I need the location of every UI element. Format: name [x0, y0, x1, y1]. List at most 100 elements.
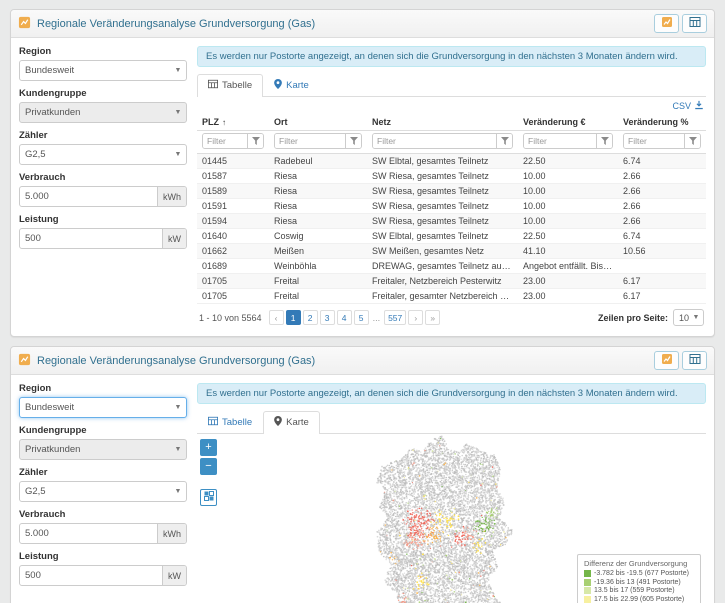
leistung-input[interactable] — [20, 570, 162, 581]
pager-next[interactable]: › — [408, 310, 423, 325]
export-report-button[interactable] — [654, 14, 679, 33]
pager-page-last[interactable]: 557 — [384, 310, 406, 325]
chevron-down-icon: ▼ — [170, 404, 186, 411]
filter-input[interactable] — [203, 134, 247, 148]
kundengruppe-select[interactable]: Privatkunden ▼ — [19, 439, 187, 460]
table-cell: Freital — [269, 274, 367, 289]
table-row[interactable]: 01662MeißenSW Meißen, gesamtes Netz41.10… — [197, 244, 706, 259]
csv-download-link[interactable]: CSV — [672, 100, 704, 112]
column-header-3[interactable]: Netz — [367, 114, 518, 131]
germany-postcode-map[interactable] — [350, 434, 538, 603]
table-row[interactable]: 01640CoswigSW Elbtal, gesamtes Teilnetz2… — [197, 229, 706, 244]
tab-karte[interactable]: Karte — [263, 411, 320, 434]
filter-icon[interactable] — [684, 134, 700, 148]
pager-page-1[interactable]: 1 — [286, 310, 301, 325]
legend-swatch — [584, 587, 591, 594]
pager-prev[interactable]: ‹ — [269, 310, 284, 325]
chevron-down-icon: ▼ — [689, 314, 703, 321]
grid-icon — [689, 353, 701, 368]
table-cell: 2.66 — [618, 184, 706, 199]
table-cell: SW Elbtal, gesamtes Teilnetz — [367, 154, 518, 169]
leistung-field: Leistung kW — [19, 551, 187, 586]
verbrauch-input[interactable] — [20, 191, 157, 202]
map-extent-button[interactable] — [200, 489, 217, 506]
pager-page-3[interactable]: 3 — [320, 310, 335, 325]
zaehler-value: G2,5 — [25, 149, 46, 160]
layout-toggle-button[interactable] — [682, 14, 707, 33]
filter-input[interactable] — [524, 134, 596, 148]
pager-page-4[interactable]: 4 — [337, 310, 352, 325]
legend-label: -19.36 bis 13 (491 Postorte) — [594, 579, 681, 586]
kundengruppe-field: Kundengruppe Privatkunden ▼ — [19, 425, 187, 460]
table-cell: 6.74 — [618, 154, 706, 169]
table-row[interactable]: 01587RiesaSW Riesa, gesamtes Teilnetz10.… — [197, 169, 706, 184]
leistung-input[interactable] — [20, 233, 162, 244]
table-cell: Freital — [269, 289, 367, 304]
filter-input[interactable] — [624, 134, 684, 148]
filter-icon[interactable] — [345, 134, 361, 148]
zaehler-field: Zähler G2,5 ▼ — [19, 467, 187, 502]
pager-page-5[interactable]: 5 — [354, 310, 369, 325]
pager-last-nav[interactable]: » — [425, 310, 440, 325]
results-area: Es werden nur Postorte angezeigt, an den… — [197, 46, 706, 328]
report-icon — [18, 353, 31, 369]
column-header-4[interactable]: Veränderung € — [518, 114, 618, 131]
panel-actions — [654, 14, 707, 33]
rows-per-page-select[interactable]: 10 ▼ — [673, 309, 704, 326]
filter-input[interactable] — [373, 134, 496, 148]
table-cell: DREWAG, gesamtes Teilnetz außer ehemalig… — [367, 259, 518, 274]
kundengruppe-label: Kundengruppe — [19, 88, 187, 99]
zoom-out-button[interactable]: − — [200, 458, 217, 475]
table-row[interactable]: 01705FreitalFreitaler, gesamter Netzbere… — [197, 289, 706, 304]
panel-map-view: Regionale Veränderungsanalyse Grundverso… — [10, 346, 715, 603]
table-cell: 01591 — [197, 199, 269, 214]
table-row[interactable]: 01591RiesaSW Riesa, gesamtes Teilnetz10.… — [197, 199, 706, 214]
table-cell: SW Meißen, gesamtes Netz — [367, 244, 518, 259]
results-area: Es werden nur Postorte angezeigt, an den… — [197, 383, 706, 603]
pager-page-2[interactable]: 2 — [303, 310, 318, 325]
csv-label: CSV — [672, 101, 691, 111]
table-row[interactable]: 01445RadebeulSW Elbtal, gesamtes Teilnet… — [197, 154, 706, 169]
table-cell: 01689 — [197, 259, 269, 274]
zaehler-select[interactable]: G2,5 ▼ — [19, 481, 187, 502]
column-header-1[interactable]: PLZ↑ — [197, 114, 269, 131]
zaehler-select[interactable]: G2,5 ▼ — [19, 144, 187, 165]
layout-toggle-button[interactable] — [682, 351, 707, 370]
verbrauch-field: Verbrauch kWh — [19, 172, 187, 207]
tab-karte[interactable]: Karte — [263, 74, 320, 97]
map-container: + − Differenz der Grundversorgung -3.782… — [197, 434, 706, 603]
region-select[interactable]: Bundesweit ▼ — [19, 397, 187, 418]
column-header-2[interactable]: Ort — [269, 114, 367, 131]
table-cell: 10.00 — [518, 199, 618, 214]
verbrauch-field: Verbrauch kWh — [19, 509, 187, 544]
extent-icon — [204, 491, 214, 504]
kundengruppe-value: Privatkunden — [25, 107, 80, 118]
table-cell: 2.66 — [618, 199, 706, 214]
table-row[interactable]: 01689WeinböhlaDREWAG, gesamtes Teilnetz … — [197, 259, 706, 274]
download-icon — [694, 100, 704, 112]
verbrauch-input[interactable] — [20, 528, 157, 539]
table-row[interactable]: 01705FreitalFreitaler, Netzbereich Peste… — [197, 274, 706, 289]
chevron-down-icon: ▼ — [170, 151, 186, 158]
filter-input[interactable] — [275, 134, 345, 148]
region-select[interactable]: Bundesweit ▼ — [19, 60, 187, 81]
zoom-in-button[interactable]: + — [200, 439, 217, 456]
filter-sidebar: Region Bundesweit ▼ Kundengruppe Privatk… — [19, 46, 187, 328]
table-cell: SW Riesa, gesamtes Teilnetz — [367, 199, 518, 214]
filter-icon[interactable] — [247, 134, 263, 148]
column-header-5[interactable]: Veränderung % — [618, 114, 706, 131]
export-report-button[interactable] — [654, 351, 679, 370]
filter-icon[interactable] — [596, 134, 612, 148]
kundengruppe-select[interactable]: Privatkunden ▼ — [19, 102, 187, 123]
tab-label: Karte — [286, 417, 309, 428]
zaehler-field: Zähler G2,5 ▼ — [19, 130, 187, 165]
tab-tabelle[interactable]: Tabelle — [197, 74, 263, 97]
tab-tabelle[interactable]: Tabelle — [197, 411, 263, 434]
view-tabs: Tabelle Karte — [197, 74, 706, 97]
filter-icon[interactable] — [496, 134, 512, 148]
table-cell: 01705 — [197, 274, 269, 289]
table-cell: 23.00 — [518, 289, 618, 304]
table-row[interactable]: 01594RiesaSW Riesa, gesamtes Teilnetz10.… — [197, 214, 706, 229]
region-field: Region Bundesweit ▼ — [19, 383, 187, 418]
table-row[interactable]: 01589RiesaSW Riesa, gesamtes Teilnetz10.… — [197, 184, 706, 199]
